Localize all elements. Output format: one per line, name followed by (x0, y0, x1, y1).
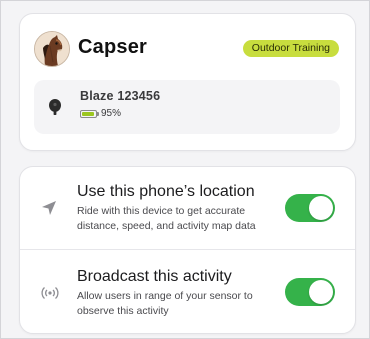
setting-description: Ride with this device to get accurate di… (77, 205, 256, 232)
toggle-knob (309, 196, 333, 220)
broadcast-icon (40, 284, 59, 302)
rider-card: Capser Outdoor Training Blaze 123456 95% (19, 13, 356, 151)
activity-type-badge[interactable]: Outdoor Training (242, 40, 339, 57)
battery-percentage: 95% (101, 108, 122, 119)
setting-use-phone-location: Use this phone’s location Ride with this… (20, 167, 355, 249)
setting-description: Allow users in range of your sensor to o… (77, 290, 253, 317)
battery-icon (80, 110, 99, 118)
horse-avatar (34, 31, 70, 67)
toggle-knob (309, 280, 333, 304)
horse-icon (35, 32, 69, 66)
paired-device[interactable]: Blaze 123456 95% (34, 80, 340, 134)
battery-level-fill (82, 112, 95, 116)
broadcast-toggle[interactable] (285, 278, 335, 306)
setting-title: Broadcast this activity (77, 268, 232, 285)
rider-name: Capser (78, 36, 148, 58)
location-arrow-icon (40, 199, 58, 217)
sensor-icon (48, 98, 62, 116)
setting-broadcast-activity: Broadcast this activity Allow users in r… (20, 250, 355, 333)
settings-card: Use this phone’s location Ride with this… (19, 166, 356, 334)
app-frame: Capser Outdoor Training Blaze 123456 95% (0, 0, 370, 339)
setting-title: Use this phone’s location (77, 183, 255, 200)
location-toggle[interactable] (285, 194, 335, 222)
device-name: Blaze 123456 (80, 89, 161, 103)
